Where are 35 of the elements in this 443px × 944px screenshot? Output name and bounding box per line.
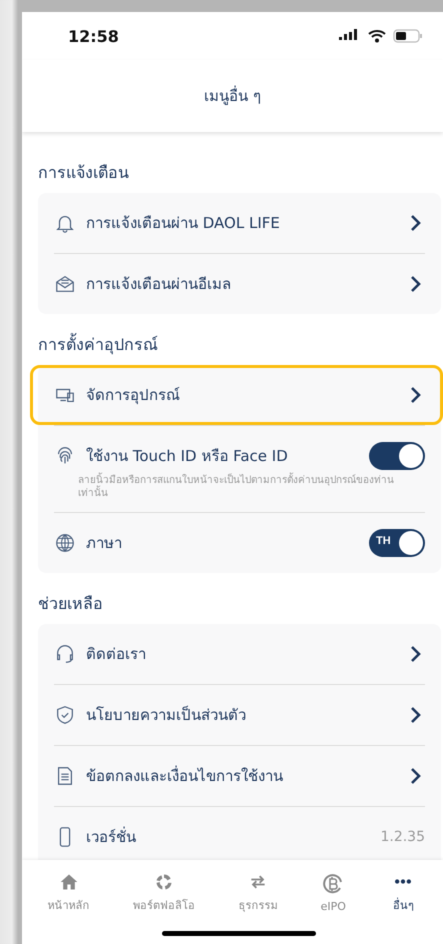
chevron-right-icon[interactable] xyxy=(409,386,421,404)
chevron-right-icon[interactable] xyxy=(409,706,421,724)
globe-icon xyxy=(54,532,76,554)
envelope-icon xyxy=(54,273,76,295)
toggle-switch[interactable]: TH xyxy=(369,529,425,557)
row-label[interactable]: การแจ้งเตือนผ่าน DAOL LIFE xyxy=(86,211,399,235)
section-heading: การแจ้งเตือน xyxy=(37,162,130,184)
chevron-right-icon[interactable] xyxy=(409,214,421,232)
row-label[interactable]: นโยบายความเป็นส่วนตัว xyxy=(86,703,399,727)
toggle-switch[interactable] xyxy=(369,442,425,470)
version-number: 1.2.35 xyxy=(380,829,425,845)
chevron-right-icon[interactable] xyxy=(409,767,421,785)
chevron-right-icon[interactable] xyxy=(409,645,421,663)
chevron-right-icon[interactable] xyxy=(409,275,421,293)
status-time: 12:58 xyxy=(68,26,119,46)
wifi-icon xyxy=(368,29,386,43)
battery-icon xyxy=(393,29,423,43)
tab-item[interactable]: หน้าหลัก xyxy=(46,866,92,920)
row-label[interactable]: ภาษา xyxy=(86,531,359,555)
shield-check-icon xyxy=(54,704,76,726)
tab-item[interactable]: พอร์ตฟอลิโอ xyxy=(130,866,197,920)
section-heading: ช่วยเหลือ xyxy=(37,593,104,615)
page-title: เมนูอื่น ๆ xyxy=(204,84,261,107)
row-label[interactable]: ใช้งาน Touch ID หรือ Face ID xyxy=(86,444,359,468)
row-label[interactable]: การแจ้งเตือนผ่านอีเมล xyxy=(86,272,399,296)
tab-item[interactable]: ธุรกรรม xyxy=(236,866,280,920)
row-note: ลายนิ้วมือหรือการสแกนใบหน้าจะเป็นไปตามการตั้งค่าบนอุปกรณ์ของท่านเท่านั้น xyxy=(54,474,425,512)
row-label[interactable]: จัดการอุปกรณ์ xyxy=(86,383,399,407)
headset-icon xyxy=(54,643,76,665)
row-label[interactable]: ติดต่อเรา xyxy=(86,642,399,666)
row-label[interactable]: เวอร์ชั่น xyxy=(86,825,370,849)
tab-item[interactable]: อื่นๆ xyxy=(387,866,420,920)
section-heading: การตั้งค่าอุปกรณ์ xyxy=(37,332,159,356)
row-label[interactable]: ข้อตกลงและเงื่อนไขการใช้งาน xyxy=(86,764,399,788)
tab-item[interactable]: eIPO xyxy=(318,866,348,920)
